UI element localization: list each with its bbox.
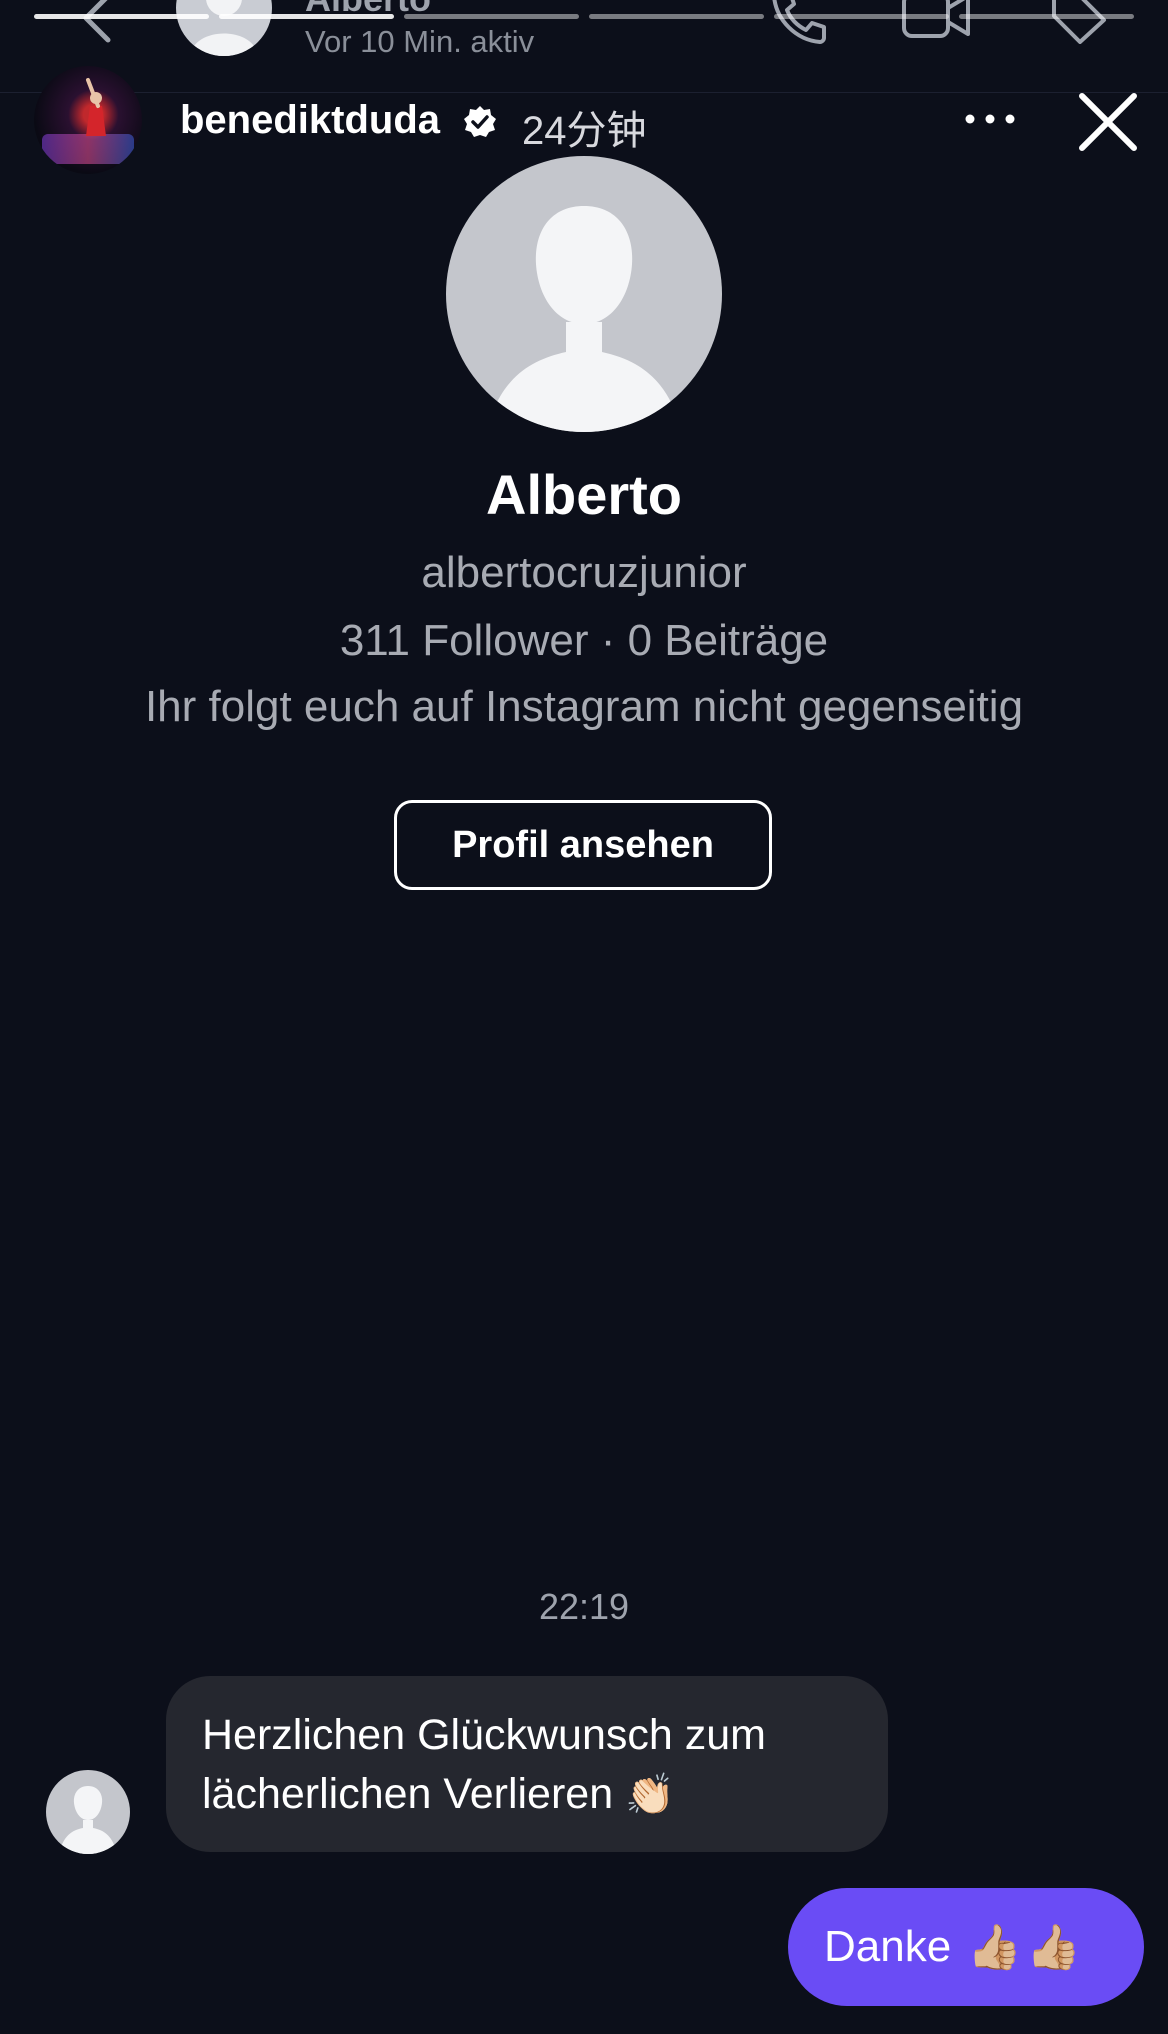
profile-handle: albertocruzjunior (421, 548, 747, 597)
sender-avatar[interactable] (46, 1770, 130, 1854)
story-username[interactable]: benediktduda (180, 98, 440, 143)
incoming-message-line: Herzlichen Glückwunsch zum (202, 1711, 766, 1759)
clapping-hands-emoji: 👏🏻 (625, 1773, 675, 1817)
story-segment (34, 14, 209, 19)
close-icon[interactable] (1076, 90, 1140, 154)
dm-avatar[interactable] (176, 0, 272, 56)
incoming-message-text: lächerlichen Verlieren (202, 1770, 614, 1818)
incoming-message-line: lächerlichen Verlieren 👏🏻 (202, 1765, 852, 1825)
video-call-icon[interactable] (900, 0, 972, 44)
more-options-icon[interactable] (960, 104, 1020, 134)
story-author-avatar[interactable] (34, 66, 142, 174)
story-progress-bar (34, 14, 1134, 19)
outgoing-message-bubble[interactable]: Danke 👍🏼👍🏼 (788, 1888, 1144, 2006)
view-profile-button[interactable]: Profil ansehen (394, 800, 772, 890)
profile-display-name: Alberto (486, 463, 682, 526)
profile-avatar[interactable] (446, 156, 722, 432)
profile-mutual-note: Ihr folgt euch auf Instagram nicht gegen… (144, 682, 1024, 731)
outgoing-message-text: Danke (824, 1922, 952, 1971)
thumbs-up-emoji: 👍🏼👍🏼 (967, 1923, 1085, 1972)
incoming-message-bubble[interactable]: Herzlichen Glückwunsch zum lächerlichen … (166, 1676, 888, 1852)
phone-call-icon[interactable] (768, 0, 828, 44)
back-arrow-icon[interactable] (70, 0, 130, 48)
story-time: 24分钟 (522, 109, 647, 153)
story-segment (589, 14, 764, 19)
dm-active-status: Vor 10 Min. aktiv (305, 24, 535, 59)
story-segment (959, 14, 1134, 19)
story-segment (774, 14, 949, 19)
message-timestamp: 22:19 (538, 1586, 630, 1627)
verified-badge-icon (464, 106, 496, 137)
default-avatar-icon (486, 206, 682, 432)
story-segment (219, 14, 394, 19)
profile-stats: 311 Follower · 0 Beiträge (339, 616, 829, 665)
story-segment (404, 14, 579, 19)
default-avatar-icon (59, 1786, 117, 1854)
tag-icon[interactable] (1048, 0, 1108, 44)
default-avatar-icon (190, 0, 258, 56)
performer-figure-icon (86, 78, 106, 136)
